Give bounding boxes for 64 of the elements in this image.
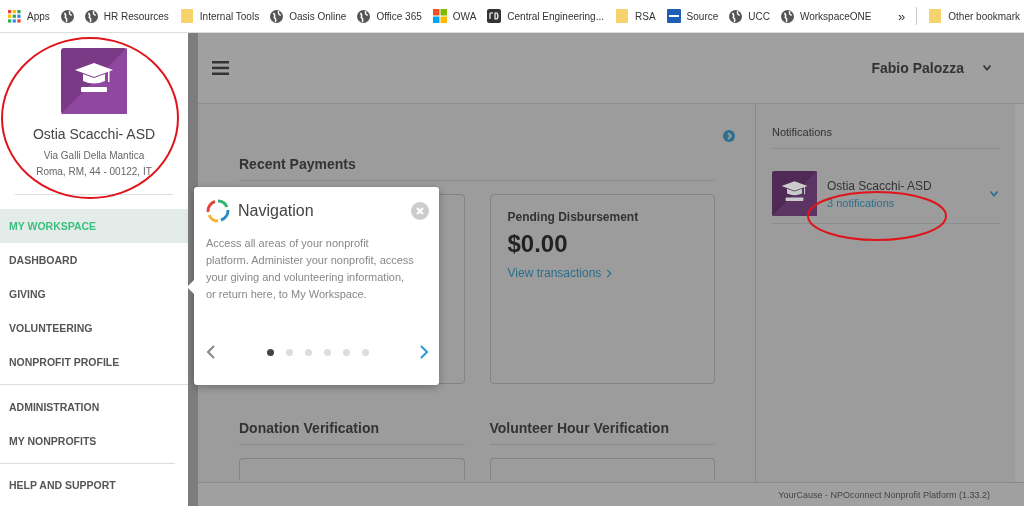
popup-title: Navigation: [238, 202, 315, 220]
chevron-right-icon: [606, 268, 613, 278]
folder-icon: [928, 9, 943, 23]
step-dot[interactable]: [304, 348, 312, 356]
step-dot[interactable]: [342, 348, 350, 356]
more-bookmarks-button[interactable]: »: [898, 8, 906, 24]
globe-icon: [270, 9, 284, 23]
close-icon: [416, 207, 424, 215]
bookmark-item[interactable]: [60, 9, 74, 23]
step-dot[interactable]: [323, 348, 331, 356]
folder-icon: [179, 9, 194, 23]
ring-logo-icon: [206, 199, 230, 223]
bookmark-item[interactable]: UCC: [729, 9, 770, 23]
popup-text: Access all areas of your nonprofit platform. Administer your nonprofit, access your giving and volunteering information, or return here, to My Workspace.: [206, 236, 415, 302]
windows-logo-icon: [432, 9, 447, 23]
bookmark-item[interactable]: Source: [666, 9, 719, 23]
footer-text: YourCause - NPOconnect Nonprofit Platform (1.33.2): [778, 489, 990, 500]
section-title: Recent Payments: [239, 156, 715, 181]
bookmark-item[interactable]: HR Resources: [84, 9, 169, 23]
bookmark-item[interactable]: Internal Tools: [179, 9, 260, 23]
graduation-cap-avatar: [772, 171, 817, 216]
org-name: Ostia Scacchi- ASD: [32, 126, 156, 142]
nav-item[interactable]: ADMINISTRATION: [0, 390, 175, 424]
nav-item[interactable]: MY NONPROFITS: [0, 424, 175, 458]
bookmark-item[interactable]: Oasis Online: [270, 9, 347, 23]
next-button[interactable]: [419, 345, 429, 359]
bookmark-item[interactable]: Other bookmark: [928, 9, 1020, 23]
bookmark-item[interactable]: Office 365: [357, 9, 422, 23]
scrollbar[interactable]: [1015, 104, 1024, 482]
org-name: Ostia Scacchi- ASD: [827, 178, 933, 193]
previous-button[interactable]: [206, 345, 216, 359]
nav-item[interactable]: VOLUNTEERING: [0, 311, 188, 345]
globe-icon: [60, 9, 74, 23]
bookmark-item[interactable]: Central Engineering...: [487, 9, 605, 23]
card-title: Pending Disbursement: [507, 210, 640, 224]
globe-icon: [780, 9, 794, 23]
apps-grid-icon: [8, 9, 21, 23]
bookmark-item[interactable]: WorkspaceONE: [780, 9, 872, 23]
nav-item[interactable]: DASHBOARD: [0, 243, 188, 277]
nav-item[interactable]: NONPROFIT PROFILE: [0, 345, 188, 379]
org-address: Via Galli Della Mantica Roma, RM, 44 - 00122, IT: [36, 149, 152, 179]
step-dot[interactable]: [285, 348, 293, 356]
globe-icon: [84, 9, 98, 23]
amount: $0.00: [507, 230, 569, 258]
nav-item[interactable]: GIVING: [0, 277, 188, 311]
bookmark-item[interactable]: RSA: [615, 9, 656, 23]
notifications-title: Notifications: [772, 126, 1000, 149]
globe-icon: [357, 9, 371, 23]
rd-logo-icon: [487, 9, 502, 23]
menu-icon[interactable]: [212, 61, 229, 75]
section-title: Donation Verification: [239, 420, 465, 445]
step-dot[interactable]: [361, 348, 369, 356]
globe-icon: [729, 9, 743, 23]
section-title: Volunteer Hour Verification: [489, 420, 715, 445]
close-button[interactable]: [411, 202, 429, 220]
graduation-cap-avatar: [61, 48, 127, 114]
user-name[interactable]: Fabio Palozza: [871, 60, 964, 76]
bookmark-item[interactable]: OWA: [432, 9, 477, 23]
nav-item[interactable]: HELP AND SUPPORT: [0, 469, 175, 501]
chevron-circle-icon[interactable]: [723, 130, 735, 142]
folder-icon: [615, 9, 630, 23]
step-dot[interactable]: [266, 348, 274, 356]
vmw-logo-icon: [666, 9, 681, 23]
bookmark-item[interactable]: Apps: [8, 9, 50, 23]
